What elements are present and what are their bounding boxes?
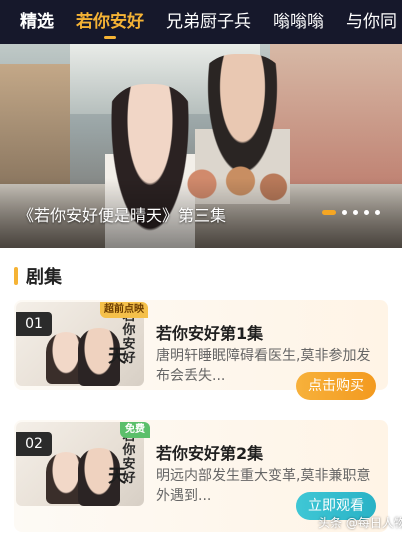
tab-ruo-ni-an-hao[interactable]: 若你安好 bbox=[76, 0, 144, 44]
tab-weng-weng-weng[interactable]: 嗡嗡嗡 bbox=[273, 0, 324, 44]
episode-card[interactable]: 若你安好 天 01 超前点映 若你安好第1集 唐明轩睡眠障碍看医生,莫非参加发布… bbox=[14, 300, 388, 400]
tab-brother-chef-soldier[interactable]: 兄弟厨子兵 bbox=[166, 0, 251, 44]
top-tab-bar: 精选 若你安好 兄弟厨子兵 嗡嗡嗡 与你同 bbox=[0, 0, 402, 44]
tab-yu-ni-tong[interactable]: 与你同 bbox=[346, 0, 397, 44]
free-badge: 免费 bbox=[120, 422, 150, 438]
watermark: 头条 @每日人物 bbox=[318, 516, 402, 530]
banner-caption: 《若你安好便是晴天》第三集 bbox=[18, 206, 227, 225]
section-title: 剧集 bbox=[26, 267, 62, 288]
thumbnail-title-calligraphy-large: 天 bbox=[108, 466, 126, 487]
thumbnail-title-calligraphy-large: 天 bbox=[108, 346, 126, 367]
episodes-section-header: 剧集 bbox=[14, 264, 62, 288]
buy-button[interactable]: 点击购买 bbox=[296, 372, 376, 400]
early-screening-badge: 超前点映 bbox=[100, 302, 148, 318]
carousel-dot-active[interactable] bbox=[322, 210, 336, 215]
carousel-dot[interactable] bbox=[364, 210, 369, 215]
tab-featured[interactable]: 精选 bbox=[20, 0, 54, 44]
episode-title: 若你安好第1集 bbox=[156, 324, 264, 343]
carousel-dot[interactable] bbox=[353, 210, 358, 215]
episode-number: 02 bbox=[16, 432, 52, 456]
section-accent-bar bbox=[14, 267, 18, 285]
hero-banner[interactable]: 《若你安好便是晴天》第三集 bbox=[0, 44, 402, 248]
episode-title: 若你安好第2集 bbox=[156, 444, 264, 463]
carousel-indicator bbox=[322, 210, 386, 215]
carousel-dot[interactable] bbox=[342, 210, 347, 215]
episode-number: 01 bbox=[16, 312, 52, 336]
carousel-dot[interactable] bbox=[375, 210, 380, 215]
